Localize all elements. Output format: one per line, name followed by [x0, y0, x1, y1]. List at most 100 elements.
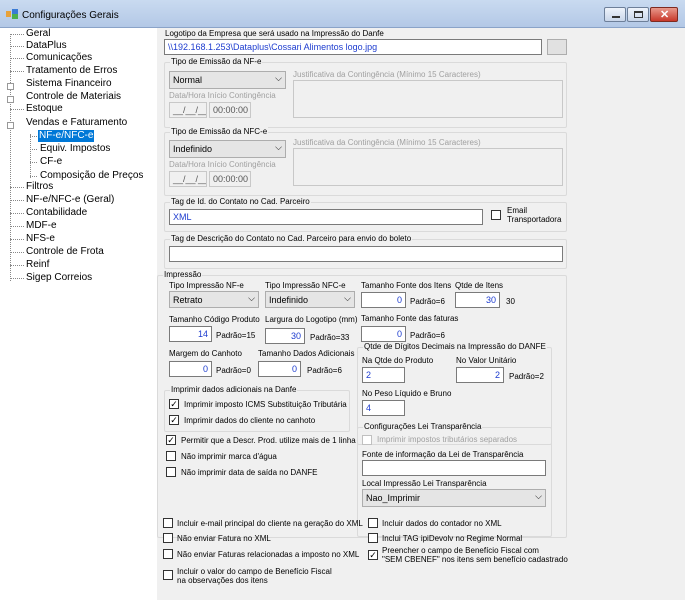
tag-descricao-input[interactable] — [169, 246, 563, 262]
tam-cod-input[interactable]: 14 — [169, 326, 212, 342]
tree-item-controle-materiais[interactable]: Controle de Materiais — [26, 91, 121, 103]
tam-dados-label: Tamanho Dados Adicionais — [258, 349, 355, 358]
tree-item-equiv-impostos[interactable]: Equiv. Impostos — [40, 143, 110, 155]
tree-item-dataplus[interactable]: DataPlus — [26, 40, 67, 52]
minimize-button[interactable] — [604, 7, 626, 22]
chk-saida-label: Não imprimir data de saída no DANFE — [181, 468, 318, 477]
larg-logo-input[interactable]: 30 — [265, 328, 305, 344]
nfce-tipo-select[interactable]: Indefinido ⌵ — [169, 140, 286, 158]
qtde-prod-input[interactable]: 2 — [362, 367, 405, 383]
tag-contato-input[interactable]: XML — [169, 209, 483, 225]
chk-canhoto-checkbox[interactable]: ✓ — [169, 415, 179, 425]
tipo-impressao-nfce-select[interactable]: Indefinido ⌵ — [265, 291, 355, 308]
nfe-tipo-select[interactable]: Normal ⌵ — [169, 71, 286, 89]
tam-fonte-itens-padrao: Padrão=6 — [410, 297, 445, 306]
close-icon: ✕ — [660, 9, 670, 21]
chk-fatura-checkbox[interactable] — [163, 533, 173, 543]
peso-label: No Peso Líquido e Bruno — [362, 389, 452, 398]
chevron-down-icon: ⌵ — [248, 293, 255, 303]
qtde-prod-label: Na Qtde do Produto — [362, 356, 434, 365]
chk-email-checkbox[interactable] — [163, 518, 173, 528]
chk-ipidevolv-label: Inclui TAG ipiDevolv no Regime Normal — [382, 534, 523, 543]
chk-agua-checkbox[interactable] — [166, 451, 176, 461]
tipo-impressao-nfe-select[interactable]: Retrato ⌵ — [169, 291, 259, 308]
chk-fatura-label: Não enviar Fatura no XML — [177, 534, 271, 543]
peso-input[interactable]: 4 — [362, 400, 405, 416]
tree-item-controle-frota[interactable]: Controle de Frota — [26, 246, 104, 258]
tam-fonte-faturas-input[interactable]: 0 — [361, 326, 406, 342]
chk-tributos-label: Imprimir impostos tributários separados — [377, 435, 518, 444]
fonte-lei-input[interactable] — [362, 460, 546, 476]
tipo-impressao-nfe-label: Tipo Impressão NF-e — [169, 281, 244, 290]
tree-item-vendas-faturamento[interactable]: Vendas e Faturamento — [26, 117, 127, 129]
expand-icon[interactable] — [7, 96, 14, 103]
tree-item-reinf[interactable]: Reinf — [26, 259, 49, 271]
chk-agua-label: Não imprimir marca d'água — [181, 452, 277, 461]
minimize-icon — [612, 16, 620, 18]
chk-cbenef-checkbox[interactable]: ✓ — [368, 550, 378, 560]
tree-item-geral[interactable]: Geral — [26, 28, 50, 40]
margem-padrao: Padrão=0 — [216, 366, 251, 375]
tree-item-nfe-nfce[interactable]: NF-e/NFC-e — [38, 130, 95, 142]
larg-logo-label: Largura do Logotipo (mm) — [265, 315, 358, 324]
tam-fonte-faturas-label: Tamanho Fonte das faturas — [361, 314, 459, 323]
transportadora-label: Transportadora — [507, 215, 562, 224]
qtde-itens-padrao: 30 — [506, 297, 515, 306]
local-lei-label: Local Impressão Lei Transparência — [362, 479, 487, 488]
tree-item-comunicacoes[interactable]: Comunicações — [26, 52, 92, 64]
email-transportadora-checkbox[interactable] — [491, 210, 501, 220]
collapse-icon[interactable] — [7, 122, 14, 129]
tree-item-sigep-correios[interactable]: Sigep Correios — [26, 272, 92, 284]
maximize-icon — [634, 11, 643, 18]
tree-item-composicao-precos[interactable]: Composição de Preços — [40, 170, 143, 182]
fonte-lei-label: Fonte de informação da Lei de Transparên… — [362, 450, 524, 459]
tree-item-sistema-financeiro[interactable]: Sistema Financeiro — [26, 78, 112, 90]
tam-cod-label: Tamanho Código Produto — [169, 315, 260, 324]
chevron-down-icon: ⌵ — [535, 491, 542, 501]
nfe-date-input[interactable]: __/__/____ — [169, 102, 207, 118]
expand-icon[interactable] — [7, 83, 14, 90]
nfce-time-input[interactable]: 00:00:00 — [209, 171, 251, 187]
logo-path-input[interactable]: \\192.168.1.253\Dataplus\Cossari Aliment… — [164, 39, 542, 55]
browse-logo-button[interactable] — [547, 39, 567, 55]
chk-ipidevolv-checkbox[interactable] — [368, 533, 378, 543]
close-button[interactable]: ✕ — [650, 7, 678, 22]
maximize-button[interactable] — [627, 7, 649, 22]
tree-item-estoque[interactable]: Estoque — [26, 103, 63, 115]
settings-tree: Geral DataPlus Comunicações Tratamento d… — [0, 28, 155, 600]
qtde-itens-input[interactable]: 30 — [455, 292, 500, 308]
chk-saida-checkbox[interactable] — [166, 467, 176, 477]
chk-beneficio-label-2: na observações dos itens — [177, 576, 268, 585]
chk-descr-checkbox[interactable]: ✓ — [166, 435, 176, 445]
chk-tributos-checkbox[interactable] — [362, 435, 372, 445]
chk-faturas-rel-checkbox[interactable] — [163, 549, 173, 559]
tree-item-tratamento-erros[interactable]: Tratamento de Erros — [26, 65, 117, 77]
tree-item-cfe[interactable]: CF-e — [40, 156, 62, 168]
valor-unit-label: No Valor Unitário — [456, 356, 517, 365]
tree-item-nfse[interactable]: NFS-e — [26, 233, 55, 245]
chk-faturas-rel-label: Não enviar Faturas relacionadas a impost… — [177, 550, 360, 559]
chk-cbenef-label-2: "SEM CBENEF" nos itens sem benefício cad… — [382, 555, 568, 564]
nfce-date-input[interactable]: __/__/____ — [169, 171, 207, 187]
chk-beneficio-checkbox[interactable] — [163, 570, 173, 580]
tree-item-contabilidade[interactable]: Contabilidade — [26, 207, 87, 219]
nfe-justificativa-input[interactable] — [293, 80, 563, 118]
tree-item-mdfe[interactable]: MDF-e — [26, 220, 57, 232]
window-title: Configurações Gerais — [22, 10, 119, 21]
nfce-justificativa-input[interactable] — [293, 148, 563, 186]
nfe-data-label: Data/Hora Início Contingência — [169, 91, 276, 100]
qtde-itens-label: Qtde de Itens — [455, 281, 504, 290]
nfe-time-input[interactable]: 00:00:00 — [209, 102, 251, 118]
tam-dados-input[interactable]: 0 — [258, 361, 301, 377]
tam-fonte-itens-label: Tamanho Fonte dos Itens — [361, 281, 452, 290]
valor-unit-input[interactable]: 2 — [456, 367, 504, 383]
local-lei-select[interactable]: Nao_Imprimir ⌵ — [362, 489, 546, 507]
tree-item-nfe-geral[interactable]: NF-e/NFC-e (Geral) — [26, 194, 114, 206]
chk-icms-checkbox[interactable]: ✓ — [169, 399, 179, 409]
tam-fonte-itens-input[interactable]: 0 — [361, 292, 406, 308]
chk-contador-checkbox[interactable] — [368, 518, 378, 528]
larg-logo-padrao: Padrão=33 — [310, 333, 350, 342]
nfce-data-label: Data/Hora Início Contingência — [169, 160, 276, 169]
margem-input[interactable]: 0 — [169, 361, 212, 377]
tree-item-filtros[interactable]: Filtros — [26, 181, 53, 193]
